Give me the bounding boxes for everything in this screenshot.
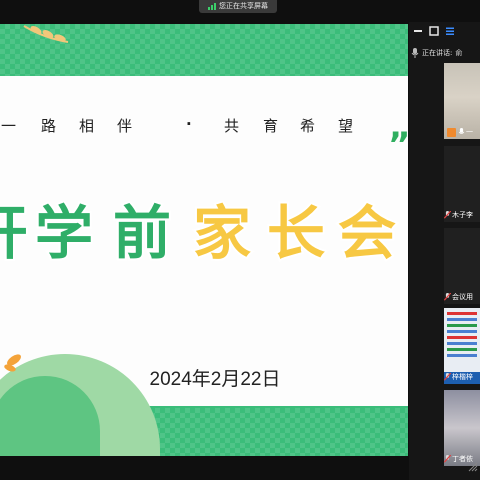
title-char: 长 [265,199,327,267]
title-char: 会 [336,199,398,267]
mic-muted-icon [444,454,451,463]
participant-tile[interactable]: 梓楷梓 [444,308,480,384]
speaking-name: 俞 [455,49,463,57]
microphone-icon [411,48,419,58]
participant-name: 木子李 [452,210,473,219]
participant-tile[interactable]: 一 [444,63,480,139]
resize-handle-icon[interactable] [468,462,478,472]
speaking-label: 正在讲话: [422,49,453,57]
share-status-text: 您正在共享屏幕 [219,2,268,10]
slogan-char: 育 [263,117,279,135]
slogan-char: 一 [1,117,17,135]
mic-muted-icon [444,372,451,381]
quote-mark: ” [388,128,408,162]
speaking-indicator: 正在讲话: 俞 [411,47,462,59]
title-char: 学 [33,199,95,267]
participant-tile[interactable]: 丁者依 [444,390,480,466]
slogan-char: 希 [300,117,316,135]
slogan-char: 共 [224,117,240,135]
meeting-date: 2024年2月22日 [149,369,281,390]
participant-label: 会议用 [444,291,473,302]
leaf-decoration-icon [23,25,69,43]
slogan-char: 相 [79,117,95,135]
window-icon[interactable] [429,26,439,36]
participant-label: 一 [458,126,473,137]
panel-controls [413,26,473,38]
participant-name: 一 [466,127,473,136]
slogan-char: 伴 [117,117,133,135]
shared-slide: 一 路 相 伴 · 共 育 希 望 ” 开 学 前 家 长 会 2024年2月2… [0,24,408,456]
signal-icon [208,3,216,10]
slide-slogan: 一 路 相 伴 · 共 育 希 望 [0,115,408,135]
host-badge-icon [447,128,456,137]
slogan-dot: · [186,115,192,133]
participant-tile[interactable]: 会议用 [444,228,480,304]
title-char: 前 [111,199,173,267]
participant-label: 梓楷梓 [444,371,473,382]
screen-share-banner[interactable]: 您正在共享屏幕 [199,0,277,13]
list-icon[interactable] [445,26,455,36]
minimize-icon[interactable] [413,26,423,36]
participant-name: 梓楷梓 [452,372,473,381]
microphone-icon [458,127,465,134]
participant-name: 会议用 [452,292,473,301]
mic-muted-icon [444,292,451,301]
mic-muted-icon [444,210,451,219]
participant-tile[interactable]: 木子李 [444,146,480,222]
slogan-char: 路 [41,117,57,135]
video-feed [444,308,480,372]
title-char: 开 [0,202,30,264]
title-char: 家 [191,199,253,267]
slogan-char: 望 [338,117,354,135]
participant-label: 木子李 [444,209,473,220]
